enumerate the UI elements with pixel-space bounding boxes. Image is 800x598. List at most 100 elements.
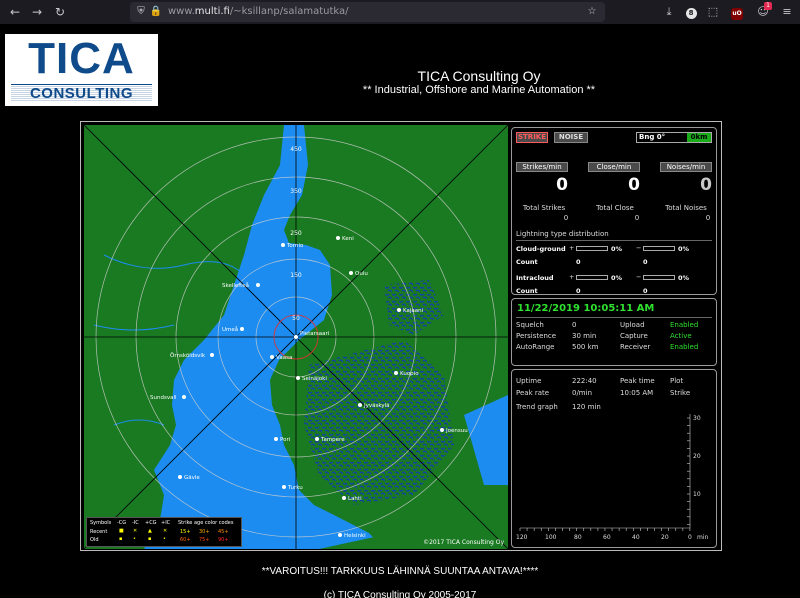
city-label: Oulu [355,271,368,277]
lightning-type-title: Lightning type distribution [516,230,609,238]
strikes-min-value: 0 [556,175,568,195]
bearing-label: Bng 0° [639,133,666,141]
city-label: Turku [287,485,303,491]
legend-age: 45+ [218,529,229,535]
city-label: Tampere [320,437,345,443]
legend-pos-ic-old: • [163,536,166,542]
y-tick: 20 [693,453,701,460]
divider [516,240,712,241]
legend-col: -IC [132,520,139,526]
total-strikes-value: 0 [563,214,569,222]
city-label: Lahti [348,496,362,502]
city-label: Tornio [286,243,304,249]
forward-icon[interactable]: → [28,3,46,21]
total-strikes-label: Total Strikes [522,204,566,212]
extensions-puzzle-icon[interactable]: ⬚ [704,3,722,21]
menu-icon[interactable]: ≡ [778,3,796,21]
legend-pos-cg-old: ▪ [148,536,152,542]
cg-negative-bar [643,246,675,251]
lightning-radar-panel: 50 150 250 350 450 Keni Tornio Oulu Skel… [80,121,722,551]
url-text[interactable]: www.multi.fi/~ksillanp/salamatutka/ [168,2,349,22]
cloud-ground-label: Cloud-ground [516,245,566,253]
map-legend: Symbols -CG -IC +CG +IC Strike age color… [86,517,242,547]
x-tick: 120 [516,534,528,541]
legend-recent-label: Recent [90,529,108,535]
receiver-label: Receiver [620,343,651,351]
bookmark-star-icon[interactable]: ☆ [585,3,599,21]
lock-icon[interactable]: 🔒 [149,3,163,21]
legend-symbols-label: Symbols [90,520,112,526]
legend-neg-cg-symbol: ■ [119,528,124,534]
bearing-value: 0km [687,133,711,142]
logo-subtitle: CONSULTING [11,84,152,102]
noises-min-label: Noises/min [660,162,712,172]
city-label: Helsinki [344,533,366,539]
autorange-value: 500 km [572,343,599,351]
city-label: Seinäjoki [302,376,327,382]
bearing-display: Bng 0° 0km [636,132,712,143]
ic-negative-pct: 0% [678,274,690,282]
city-label: Pori [280,437,291,443]
minus-sign: − [636,244,642,252]
back-icon[interactable]: ← [6,3,24,21]
city-label: Vaasa [276,355,292,361]
cg-positive-pct: 0% [611,245,623,253]
cg-positive-count: 0 [576,258,581,266]
city-label: Kajaani [403,308,424,314]
minus-sign: − [636,273,642,281]
range-label: 350 [290,188,302,195]
x-tick: 100 [545,534,557,541]
address-bar[interactable]: ⛨ 🔒 www.multi.fi/~ksillanp/salamatutka/ … [130,2,605,22]
range-label: 150 [290,272,302,279]
tica-logo: TICA CONSULTING [5,34,158,106]
ic-positive-pct: 0% [611,274,623,282]
status-panel: 11/22/2019 10:05:11 AM Squelch 0 Upload … [511,298,717,366]
legend-age: 30+ [199,529,210,535]
city-label: Pietarsaari [300,331,330,337]
cg-negative-count: 0 [643,258,648,266]
trend-panel: Uptime 222:40 Peak time Plot Peak rate 0… [511,369,717,548]
persistence-value: 30 min [572,332,597,340]
total-noises-value: 0 [705,214,711,222]
legend-col: +CG [145,520,157,526]
strike-button[interactable]: STRIKE [516,132,548,143]
warning-text: **VAROITUS!!! TARKKUUS LÄHINNÄ SUUNTAA A… [261,566,539,577]
account-icon[interactable]: ☺ 1 [754,2,772,21]
legend-age: 90+ [218,537,229,543]
capture-label: Capture [620,332,648,340]
city-label: Keni [342,236,354,242]
x-tick: 20 [661,534,669,541]
squelch-label: Squelch [516,321,544,329]
legend-pos-cg-symbol: ▲ [148,528,152,534]
legend-age: 75+ [199,537,210,543]
ic-count-label: Count [516,287,538,295]
capture-value: Active [670,332,692,340]
ic-positive-bar [576,275,608,280]
city-label: Örnsköldsvik [170,352,206,359]
plus-sign: + [569,273,575,281]
extension-icon[interactable]: 8 [682,3,700,21]
radar-map-svg: 50 150 250 350 450 Keni Tornio Oulu Skel… [84,125,508,549]
legend-neg-ic-old: • [133,536,136,542]
range-label: 50 [292,315,300,322]
legend-age: 15+ [180,529,191,535]
cg-count-label: Count [516,258,538,266]
y-tick: 30 [693,415,701,422]
downloads-icon[interactable]: ⤓ [660,3,678,21]
city-label: Skellefteå [222,282,249,289]
upload-value: Enabled [670,321,699,329]
logo-wordmark: TICA [28,34,135,83]
divider [516,317,712,318]
cg-negative-pct: 0% [678,245,690,253]
total-noises-label: Total Noises [665,204,707,212]
shield-icon[interactable]: ⛨ [134,3,148,21]
reload-icon[interactable]: ↻ [51,3,69,21]
noise-button[interactable]: NOISE [554,132,588,143]
legend-neg-cg-old: ▪ [119,536,123,542]
city-label: Gävle [184,475,200,481]
x-tick: 0 [688,534,692,541]
ic-negative-count: 0 [643,287,648,295]
total-close-value: 0 [634,214,640,222]
legend-pos-ic-symbol: ✕ [163,528,168,534]
ublock-icon[interactable]: uO [728,3,746,21]
